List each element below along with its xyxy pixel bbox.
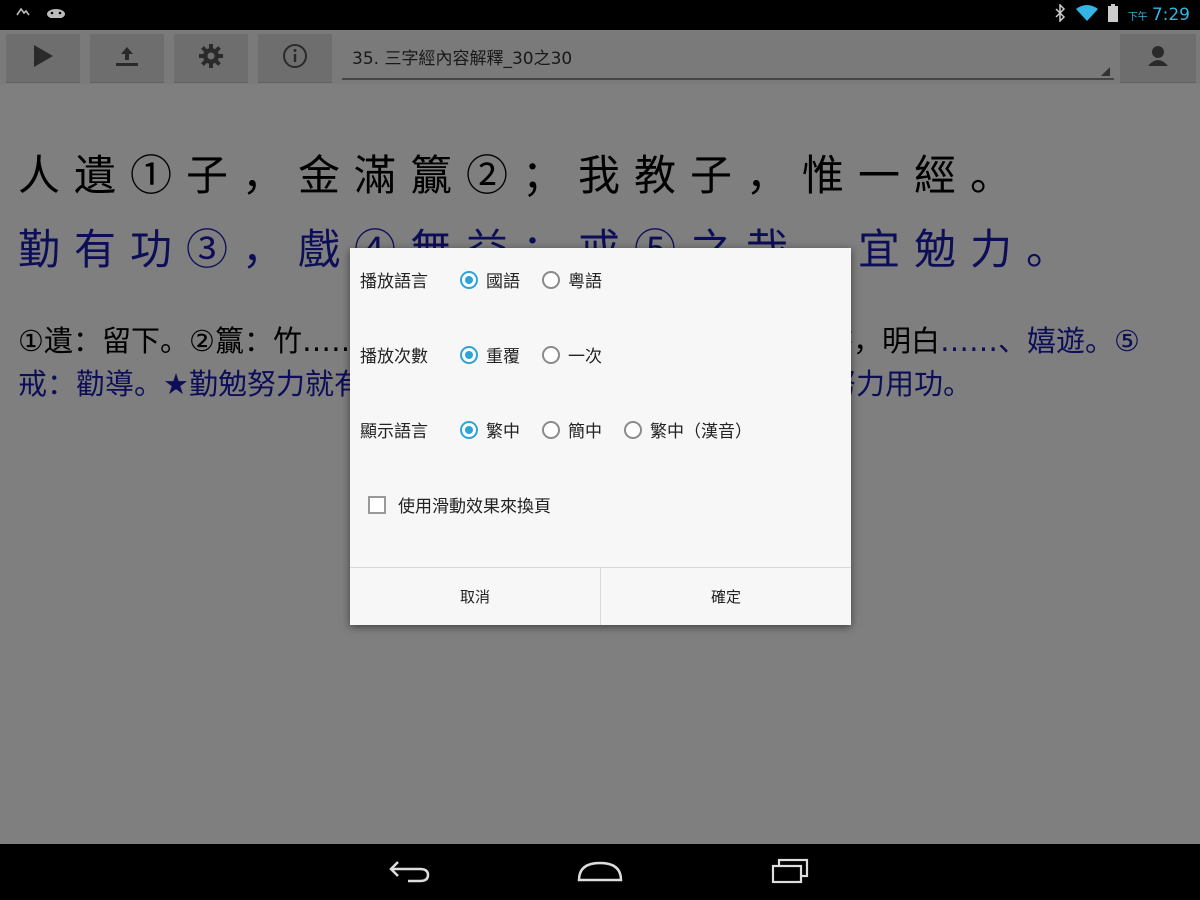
play-language-label: 播放語言 — [360, 272, 428, 292]
status-bar: 下午 7:29 — [0, 0, 1200, 30]
back-icon — [388, 858, 432, 888]
navigation-bar — [0, 844, 1200, 900]
radio-unchecked-icon — [542, 420, 560, 439]
notification-icon — [16, 6, 34, 21]
home-icon — [576, 860, 624, 886]
radio-label: 繁中（漢音） — [650, 422, 752, 442]
swipe-checkbox-label: 使用滑動效果來換頁 — [398, 497, 551, 517]
recent-apps-button[interactable] — [760, 856, 820, 890]
radio-label: 重覆 — [486, 347, 520, 367]
play-count-label: 播放次數 — [360, 347, 428, 367]
radio-cantonese[interactable]: 粵語 — [542, 267, 602, 292]
settings-dialog: 播放語言 國語 粵語 播放次數 重覆 一次 顯示語言 繁中 簡中 繁中（漢音） … — [350, 248, 851, 625]
swipe-checkbox[interactable] — [368, 495, 386, 514]
ok-button[interactable]: 確定 — [600, 568, 851, 625]
battery-icon — [1107, 4, 1118, 26]
radio-label: 繁中 — [486, 422, 520, 442]
dialog-buttons: 取消 確定 — [350, 567, 851, 625]
radio-label: 簡中 — [568, 422, 602, 442]
display-language-row: 顯示語言 繁中 簡中 繁中（漢音） — [360, 417, 774, 442]
radio-label: 一次 — [568, 347, 602, 367]
radio-once[interactable]: 一次 — [542, 342, 602, 367]
status-time: 7:29 — [1151, 5, 1190, 25]
radio-traditional-hanyin[interactable]: 繁中（漢音） — [624, 417, 752, 442]
radio-unchecked-icon — [542, 345, 560, 364]
radio-label: 粵語 — [568, 272, 602, 292]
android-icon — [46, 6, 66, 21]
recent-apps-icon — [769, 858, 811, 888]
radio-mandarin[interactable]: 國語 — [460, 267, 520, 292]
radio-simplified[interactable]: 簡中 — [542, 417, 602, 442]
home-button[interactable] — [570, 856, 630, 890]
radio-unchecked-icon — [624, 420, 642, 439]
radio-traditional[interactable]: 繁中 — [460, 417, 520, 442]
back-button[interactable] — [380, 856, 440, 890]
swipe-checkbox-row[interactable]: 使用滑動效果來換頁 — [368, 492, 551, 517]
radio-checked-icon — [460, 420, 478, 439]
radio-unchecked-icon — [542, 270, 560, 289]
play-language-row: 播放語言 國語 粵語 — [360, 267, 624, 292]
cancel-button[interactable]: 取消 — [350, 568, 600, 625]
wifi-icon — [1075, 4, 1098, 26]
radio-label: 國語 — [486, 272, 520, 292]
bluetooth-icon — [1054, 3, 1066, 26]
radio-checked-icon — [460, 270, 478, 289]
status-ampm: 下午 — [1127, 11, 1148, 23]
play-count-row: 播放次數 重覆 一次 — [360, 342, 624, 367]
radio-checked-icon — [460, 345, 478, 364]
radio-repeat[interactable]: 重覆 — [460, 342, 520, 367]
display-language-label: 顯示語言 — [360, 422, 428, 442]
